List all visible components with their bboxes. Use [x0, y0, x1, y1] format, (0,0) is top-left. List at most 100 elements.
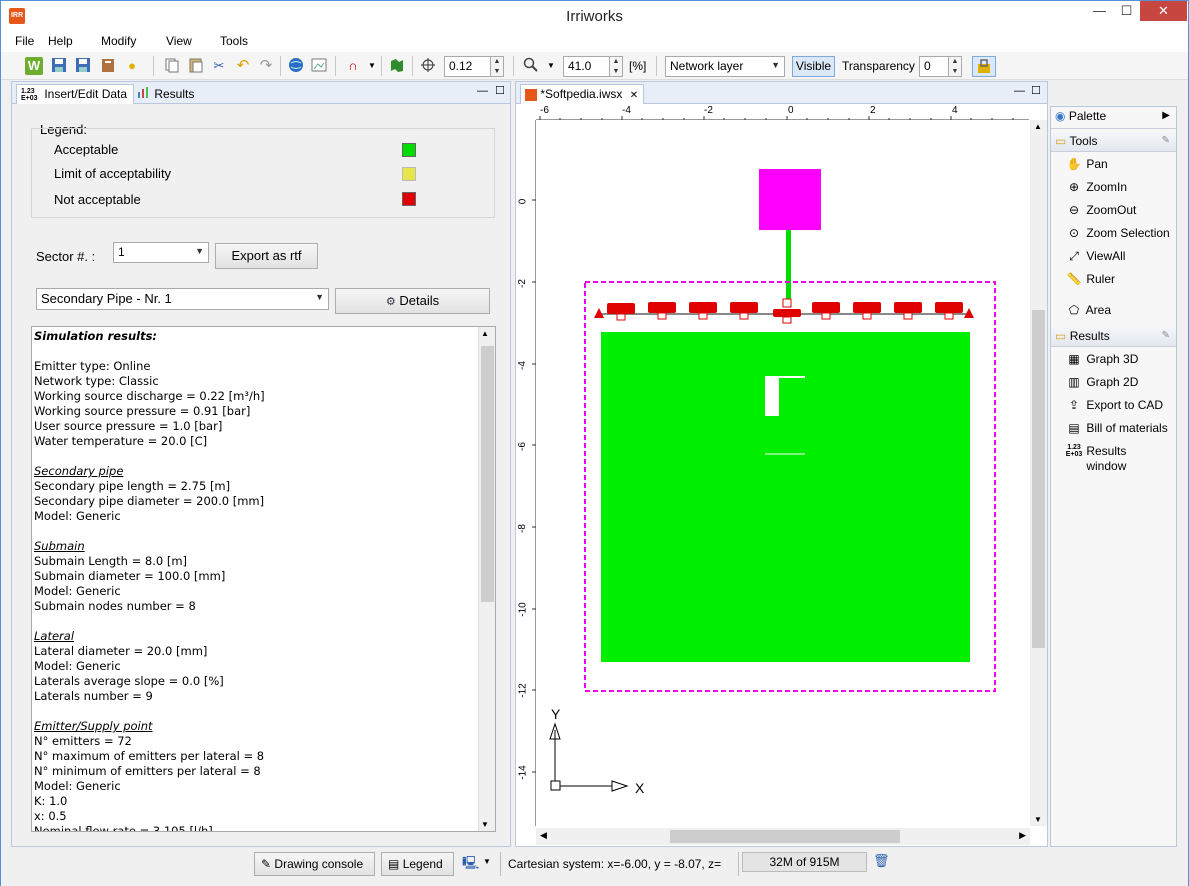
tool-zoomout[interactable]: ⊖ ZoomOut: [1065, 203, 1136, 217]
details-button[interactable]: ⚙ Details: [335, 288, 490, 314]
map-icon[interactable]: [388, 57, 406, 75]
grid-size-stepper[interactable]: ▲ ▼: [490, 56, 504, 77]
details-icon: ⚙: [385, 296, 396, 308]
image-icon[interactable]: [310, 57, 328, 75]
globe-icon[interactable]: [287, 57, 305, 75]
tools-drawer-header[interactable]: ▭ Tools ✎: [1051, 132, 1176, 152]
tip-bulb-icon[interactable]: ●: [123, 57, 141, 75]
water-source[interactable]: [759, 169, 821, 230]
drawing-canvas[interactable]: Y X: [537, 121, 1030, 826]
results-drawer-header[interactable]: ▭ Results ✎: [1051, 327, 1176, 347]
maximize-button[interactable]: ☐: [1113, 1, 1140, 21]
transparency-input[interactable]: 0: [919, 56, 949, 77]
result-export-cad[interactable]: ⇪ Export to CAD: [1065, 398, 1163, 412]
editor-vertical-scrollbar[interactable]: ▲ ▼: [1030, 120, 1047, 826]
results-scroll-thumb[interactable]: [481, 346, 494, 602]
new-project-icon[interactable]: W: [25, 57, 43, 75]
close-tab-icon[interactable]: ✕: [630, 90, 638, 101]
cut-icon[interactable]: ✂: [210, 57, 228, 75]
minimize-button[interactable]: —: [1086, 1, 1113, 21]
irrigated-area[interactable]: [601, 332, 970, 662]
editor-horizontal-scrollbar[interactable]: ◀ ▶: [536, 828, 1030, 845]
ruler-v-label: -12: [517, 683, 529, 698]
results-line: Network type: Classic: [34, 374, 159, 388]
result-results-window[interactable]: 1.23 E+03 Results window: [1065, 444, 1127, 474]
tool-viewall[interactable]: ⤢ ViewAll: [1065, 249, 1125, 264]
editor-hscroll-thumb[interactable]: [670, 830, 900, 843]
legend-label-limit: Limit of acceptability: [54, 166, 172, 181]
layer-select[interactable]: Network layer ▼: [665, 56, 785, 77]
scroll-down-icon[interactable]: ▼: [481, 820, 489, 829]
editor-vscroll-thumb[interactable]: [1032, 310, 1045, 648]
scroll-up-icon[interactable]: ▲: [481, 329, 489, 338]
chevron-down-icon: ▼: [315, 292, 324, 302]
tool-area[interactable]: ⬠ Area: [1065, 303, 1111, 317]
simulation-results-text[interactable]: Simulation results: Emitter type: Online…: [31, 326, 496, 832]
tool-zoom-selection[interactable]: ⊙ Zoom Selection: [1065, 226, 1170, 240]
redo-icon[interactable]: ↷: [257, 57, 275, 75]
menu-tools[interactable]: Tools: [220, 34, 248, 48]
drawing-console-button[interactable]: ✎ Drawing console: [254, 852, 375, 876]
graph-2d-icon: ▥: [1068, 375, 1080, 389]
ruler-h-label: 0: [788, 105, 794, 116]
legend-button[interactable]: ▤ Legend: [381, 852, 454, 876]
menu-file[interactable]: File: [15, 34, 34, 48]
minimize-panel-icon[interactable]: —: [477, 85, 488, 97]
sector-label: Sector #. :: [36, 249, 96, 264]
pipe-select[interactable]: Secondary Pipe - Nr. 1 ▼: [36, 288, 329, 310]
save-icon[interactable]: [50, 57, 68, 75]
zoom-stepper[interactable]: ▲ ▼: [609, 56, 623, 77]
zoom-icon[interactable]: [522, 57, 540, 75]
result-graph-2d[interactable]: ▥ Graph 2D: [1065, 375, 1138, 389]
tab-softpedia-file[interactable]: *Softpedia.iwsx ✕: [520, 84, 644, 104]
tool-pan[interactable]: ✋ Pan: [1065, 157, 1108, 171]
scroll-left-icon[interactable]: ◀: [540, 830, 547, 841]
grid-icon[interactable]: [419, 57, 437, 75]
pin-icon[interactable]: ✎: [1162, 135, 1170, 146]
monitor-icon[interactable]: 🖳: [462, 854, 479, 876]
transparency-stepper[interactable]: ▲ ▼: [948, 56, 962, 77]
tool-ruler[interactable]: 📏 Ruler: [1065, 272, 1116, 286]
magnet-icon[interactable]: ∩: [344, 57, 362, 75]
results-line: Model: Generic: [34, 509, 121, 523]
palette-header[interactable]: ◉ Palette ▶: [1051, 107, 1176, 129]
scroll-up-icon[interactable]: ▲: [1034, 122, 1042, 131]
export-rtf-button[interactable]: Export as rtf: [215, 243, 318, 269]
menu-modify[interactable]: Modify: [101, 34, 136, 48]
save-as-icon[interactable]: [74, 57, 92, 75]
grid-size-input[interactable]: 0.12: [444, 56, 491, 77]
zoom-dropdown-icon[interactable]: ▼: [542, 57, 560, 75]
maximize-editor-icon[interactable]: ☐: [1031, 84, 1041, 97]
sector-select[interactable]: 1 ▼: [113, 242, 209, 263]
scroll-right-icon[interactable]: ▶: [1019, 830, 1026, 841]
maximize-panel-icon[interactable]: ☐: [495, 84, 505, 97]
monitor-dropdown-icon[interactable]: ▼: [483, 857, 491, 866]
menu-view[interactable]: View: [166, 34, 192, 48]
visible-toggle[interactable]: Visible: [792, 56, 835, 77]
menu-help[interactable]: Help: [48, 34, 73, 48]
results-scrollbar[interactable]: ▲ ▼: [478, 327, 495, 831]
pin-icon[interactable]: ✎: [1162, 330, 1170, 341]
paste-icon[interactable]: [187, 57, 205, 75]
ruler-v-label: -10: [517, 602, 529, 617]
magnet-dropdown-icon[interactable]: ▼: [363, 57, 381, 75]
undo-icon[interactable]: ↶: [234, 57, 252, 75]
layer-lock-button[interactable]: [972, 56, 996, 77]
zoom-input[interactable]: 41.0: [563, 56, 610, 77]
minimize-editor-icon[interactable]: —: [1014, 85, 1025, 97]
scroll-down-icon[interactable]: ▼: [1034, 815, 1042, 824]
library-icon[interactable]: [99, 57, 117, 75]
close-button[interactable]: ✕: [1140, 1, 1187, 21]
palette-icon: ◉: [1055, 109, 1066, 123]
secondary-pipe[interactable]: [786, 230, 791, 305]
tab-results[interactable]: Results: [133, 84, 203, 104]
trash-icon[interactable]: 🗑: [873, 853, 890, 869]
copy-icon[interactable]: [163, 57, 181, 75]
tool-zoomin[interactable]: ⊕ ZoomIn: [1065, 180, 1127, 194]
result-graph-3d[interactable]: ▦ Graph 3D: [1065, 352, 1138, 366]
chevron-right-icon[interactable]: ▶: [1162, 110, 1170, 121]
emitter-valves[interactable]: [607, 298, 963, 324]
result-bill-of-materials[interactable]: ▤ Bill of materials: [1065, 421, 1167, 435]
tab-insert-edit-data[interactable]: 1.23 E+03 Insert/Edit Data: [16, 84, 134, 104]
results-line: Model: Generic: [34, 659, 121, 673]
